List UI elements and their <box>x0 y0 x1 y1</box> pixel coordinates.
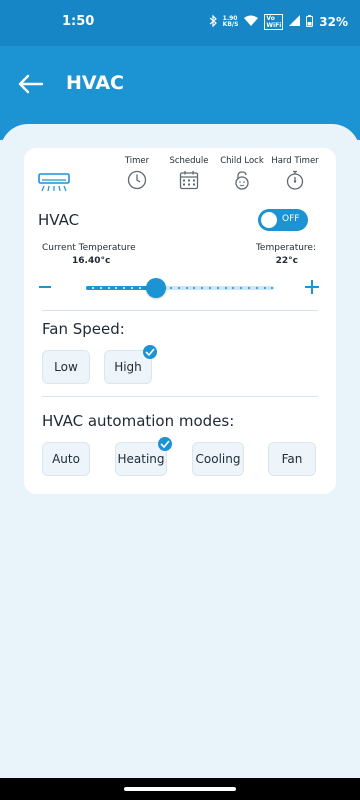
status-icons: 1.90 KB/S Vo WiFi 32% <box>209 14 348 30</box>
decrease-temperature-button[interactable] <box>38 277 54 297</box>
slider-tick <box>92 287 94 289</box>
vowifi-bottom: WiFi <box>266 22 282 29</box>
slider-thumb[interactable] <box>146 278 166 298</box>
mode-heating-label: Heating <box>117 452 165 466</box>
current-temperature-value: 16.40°c <box>72 256 111 266</box>
bluetooth-icon <box>209 14 217 30</box>
slider-tick <box>138 287 141 289</box>
status-bar: 1:50 1.90 KB/S Vo WiFi 32% <box>0 0 360 46</box>
mode-auto-label: Auto <box>52 452 80 466</box>
check-icon <box>143 345 157 359</box>
hvac-power-toggle[interactable]: OFF <box>258 209 308 231</box>
minus-icon <box>39 286 51 288</box>
mode-cooling-button[interactable]: Cooling <box>192 442 244 476</box>
calendar-icon <box>179 171 199 190</box>
slider-tick <box>170 287 172 289</box>
slider-tick <box>255 287 258 289</box>
clock-icon <box>127 170 147 190</box>
speed-unit: KB/S <box>222 21 239 28</box>
set-temperature-label: Temperature: <box>255 243 316 253</box>
modes-title: HVAC automation modes: <box>42 412 235 430</box>
divider <box>42 396 318 397</box>
increase-temperature-button[interactable] <box>304 277 322 297</box>
toggle-knob <box>261 212 277 228</box>
signal-icon <box>289 15 301 29</box>
air-conditioner-icon <box>38 173 70 193</box>
mode-auto-button[interactable]: Auto <box>42 442 90 476</box>
battery-percent: 32% <box>319 15 348 29</box>
mode-heating-button[interactable]: Heating <box>115 437 172 476</box>
timer-button[interactable]: Timer <box>112 156 162 196</box>
back-button[interactable] <box>17 72 45 96</box>
slider-tick <box>107 287 110 289</box>
home-gesture-handle[interactable] <box>124 787 236 791</box>
mode-cooling-label: Cooling <box>195 452 241 466</box>
hard-timer-button[interactable]: Hard Timer <box>270 156 320 196</box>
schedule-label: Schedule <box>169 156 209 166</box>
hard-timer-label: Hard Timer <box>271 156 319 166</box>
slider-tick <box>248 287 250 289</box>
set-temperature-value: 22°c <box>275 256 298 266</box>
child-lock-button[interactable]: Child Lock <box>217 156 267 196</box>
fan-speed-high-label: High <box>114 360 142 374</box>
mode-fan-button[interactable]: Fan <box>268 442 316 476</box>
divider <box>42 310 318 311</box>
fan-speed-low-label: Low <box>54 360 78 374</box>
status-time: 1:50 <box>62 14 95 29</box>
plus-icon <box>305 280 319 294</box>
network-speed: 1.90 KB/S <box>223 16 239 28</box>
fan-speed-low-button[interactable]: Low <box>42 350 90 384</box>
slider-tick <box>177 287 180 289</box>
slider-tick <box>224 287 227 289</box>
system-navigation-bar <box>0 778 360 800</box>
hvac-card: Timer Schedule Child Lock Hard Timer HVA… <box>24 148 336 494</box>
child-lock-label: Child Lock <box>220 156 264 166</box>
child-lock-icon <box>235 171 249 190</box>
mode-fan-label: Fan <box>281 452 303 466</box>
slider-tick <box>263 287 266 289</box>
hvac-label: HVAC <box>38 211 80 229</box>
battery-icon <box>306 14 314 30</box>
temperature-slider[interactable] <box>86 278 274 298</box>
timer-label: Timer <box>124 156 150 166</box>
schedule-button[interactable]: Schedule <box>164 156 214 196</box>
vowifi-top: Vo <box>266 15 275 22</box>
check-icon <box>158 437 172 451</box>
wifi-icon <box>244 15 259 29</box>
current-temperature-label: Current Temperature <box>42 243 136 253</box>
fan-speed-high-button[interactable]: High <box>104 345 157 384</box>
slider-tick <box>209 287 211 289</box>
toggle-state-text: OFF <box>282 214 300 224</box>
slider-tick <box>99 287 102 289</box>
fan-speed-title: Fan Speed: <box>42 320 125 338</box>
slider-tick <box>216 287 219 289</box>
slider-tick <box>131 287 133 289</box>
stopwatch-icon <box>286 170 304 190</box>
arrow-left-icon <box>18 74 44 94</box>
vowifi-icon: Vo WiFi <box>264 14 284 30</box>
page-title: HVAC <box>66 72 124 94</box>
slider-tick <box>185 287 188 289</box>
